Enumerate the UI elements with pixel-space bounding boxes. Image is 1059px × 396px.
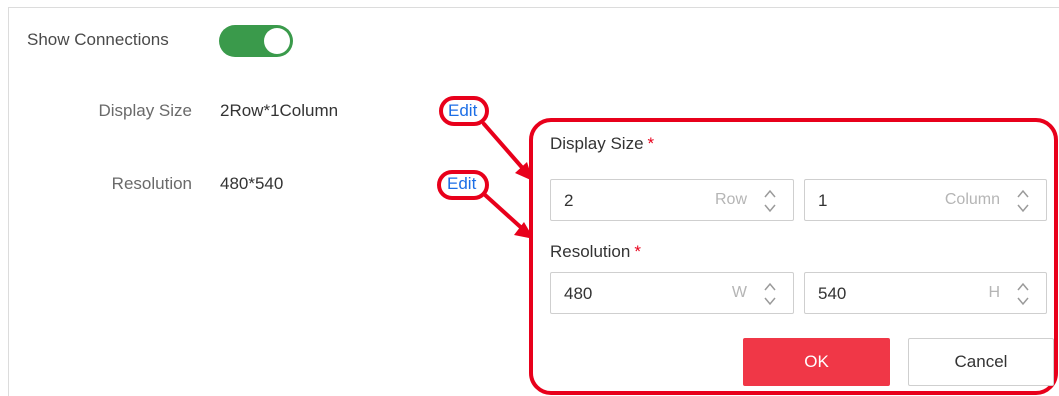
rows-value: 2: [564, 191, 574, 210]
width-unit: W: [731, 284, 747, 301]
edit-size-panel: Display Size * 2 Row 1 Column Resolution *…: [529, 118, 1058, 395]
content-border-top: [8, 7, 1059, 8]
columns-unit: Column: [944, 191, 1000, 208]
rows-input[interactable]: 2 Row: [550, 179, 794, 221]
resolution-title-text: Resolution: [550, 242, 631, 261]
show-connections-label: Show Connections: [27, 30, 169, 49]
height-value: 540: [818, 284, 847, 303]
columns-value: 1: [818, 191, 828, 210]
ok-button[interactable]: OK: [743, 338, 890, 386]
resolution-value: 480*540: [220, 174, 284, 193]
resolution-label: Resolution: [111, 174, 192, 193]
required-asterisk: *: [634, 242, 641, 261]
display-size-edit-link[interactable]: Edit: [448, 101, 477, 121]
rows-unit: Row: [714, 191, 747, 208]
width-value: 480: [564, 284, 593, 303]
toggle-knob: [264, 28, 290, 54]
resolution-edit-link[interactable]: Edit: [447, 174, 476, 194]
display-size-title-text: Display Size: [550, 134, 644, 153]
up-down-spinner-icon[interactable]: [1016, 187, 1030, 215]
annotation-arrow: [482, 122, 528, 234]
display-size-field-title: Display Size *: [550, 134, 654, 154]
display-size-label: Display Size: [98, 101, 192, 120]
up-down-spinner-icon[interactable]: [763, 187, 777, 215]
resolution-field-title: Resolution *: [550, 242, 641, 262]
required-asterisk: *: [647, 134, 655, 153]
content-border-left: [8, 7, 9, 396]
display-size-value: 2Row*1Column: [220, 101, 339, 120]
height-unit: H: [988, 284, 1000, 301]
up-down-spinner-icon[interactable]: [1016, 280, 1030, 308]
show-connections-toggle[interactable]: [219, 25, 293, 57]
width-input[interactable]: 480 W: [550, 272, 794, 314]
cancel-button[interactable]: Cancel: [908, 338, 1054, 386]
columns-input[interactable]: 1 Column: [804, 179, 1047, 221]
up-down-spinner-icon[interactable]: [763, 280, 777, 308]
height-input[interactable]: 540 H: [804, 272, 1047, 314]
